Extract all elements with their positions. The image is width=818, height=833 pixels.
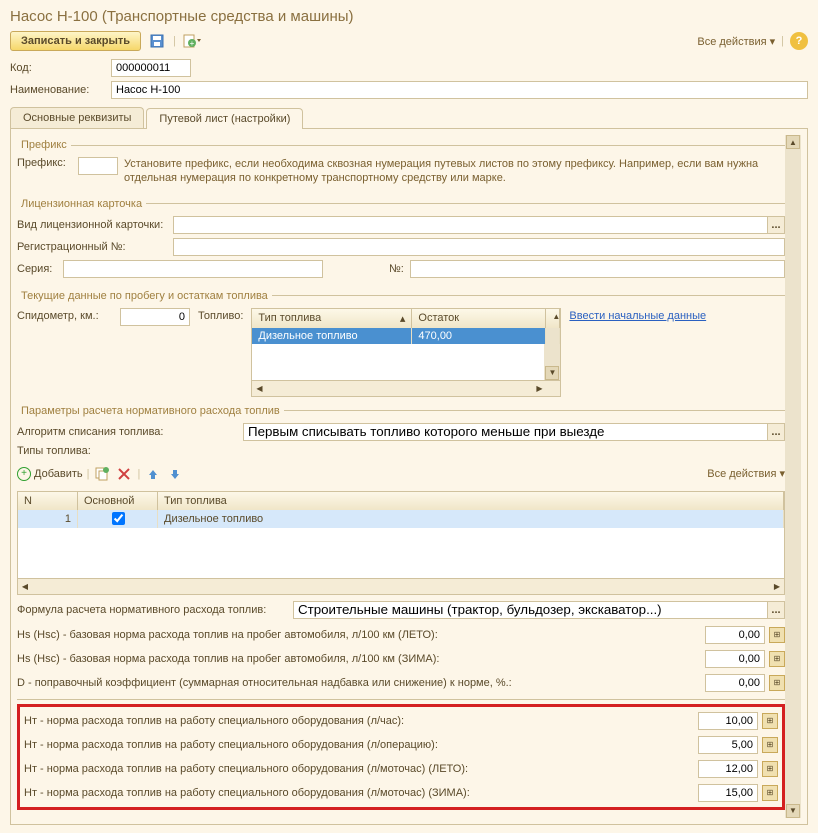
help-icon[interactable]: ?	[790, 32, 808, 50]
prefix-input[interactable]	[78, 157, 118, 175]
reg-num-label: Регистрационный №:	[17, 241, 167, 253]
save-icon[interactable]	[147, 31, 167, 51]
types-table: N Основной Тип топлива 1 Дизельное топли…	[17, 491, 785, 595]
calc-icon[interactable]: ⊞	[769, 651, 785, 667]
nt-mh-summer-input[interactable]	[698, 760, 758, 778]
hs-summer-label: Hs (Hsc) - базовая норма расхода топлив …	[17, 629, 701, 641]
copy-icon[interactable]	[93, 465, 111, 483]
code-input[interactable]	[111, 59, 191, 77]
types-all-actions-dropdown[interactable]: Все действия ▾	[707, 467, 785, 480]
add-button[interactable]: + Добавить	[17, 467, 83, 481]
license-group: Лицензионная карточка Вид лицензионной к…	[17, 198, 785, 282]
d-corr-label: D - поправочный коэффициент (суммарная о…	[17, 677, 701, 689]
mileage-group: Текущие данные по пробегу и остаткам топ…	[17, 290, 785, 397]
nt-mh-summer-label: Нт - норма расхода топлив на работу спец…	[24, 763, 694, 775]
delete-icon[interactable]	[115, 465, 133, 483]
nt-oper-label: Нт - норма расхода топлив на работу спец…	[24, 739, 694, 751]
enter-initial-data-link[interactable]: Ввести начальные данные	[569, 308, 706, 322]
d-corr-input[interactable]	[705, 674, 765, 692]
calc-icon[interactable]: ⊞	[762, 737, 778, 753]
all-actions-dropdown[interactable]: Все действия ▾	[697, 35, 775, 48]
params-group: Параметры расчета нормативного расхода т…	[17, 405, 785, 810]
prefix-hint: Установите префикс, если необходима скво…	[124, 157, 785, 186]
nt-hour-label: Нт - норма расхода топлив на работу спец…	[24, 715, 694, 727]
fuel-label: Топливо:	[198, 308, 243, 322]
name-label: Наименование:	[10, 84, 105, 96]
types-col-n[interactable]: N	[18, 492, 78, 510]
types-col-type[interactable]: Тип топлива	[158, 492, 784, 510]
license-type-input[interactable]	[173, 216, 767, 234]
types-hscroll-left[interactable]: ◀	[18, 582, 32, 591]
code-label: Код:	[10, 62, 105, 74]
svg-text:+: +	[190, 39, 195, 48]
main-toolbar: Записать и закрыть | + Все действия ▾ | …	[10, 31, 808, 51]
fuel-scroll-down[interactable]: ▼	[545, 366, 559, 380]
odo-label: Спидометр, км.:	[17, 308, 112, 322]
fuel-col-rest[interactable]: Остаток	[412, 309, 546, 328]
tab-bar: Основные реквизиты Путевой лист (настрой…	[10, 107, 808, 129]
reg-num-input[interactable]	[173, 238, 785, 256]
tab-main[interactable]: Основные реквизиты	[10, 107, 144, 128]
highlighted-params: Нт - норма расхода топлив на работу спец…	[17, 704, 785, 810]
fuel-hscroll-right[interactable]: ▶	[532, 384, 546, 393]
calc-icon[interactable]: ⊞	[769, 627, 785, 643]
hs-winter-label: Hs (Hsc) - базовая норма расхода топлив …	[17, 653, 701, 665]
scroll-up-icon[interactable]: ▲	[786, 135, 800, 149]
params-legend: Параметры расчета нормативного расхода т…	[17, 405, 284, 417]
name-input[interactable]	[111, 81, 808, 99]
formula-input[interactable]	[293, 601, 767, 619]
odo-input[interactable]	[120, 308, 190, 326]
formula-label: Формула расчета нормативного расхода топ…	[17, 604, 287, 616]
fuel-col-type[interactable]: Тип топлива ▴	[252, 309, 412, 328]
move-up-icon[interactable]	[144, 465, 162, 483]
tab-route-sheet[interactable]: Путевой лист (настройки)	[146, 108, 303, 129]
vertical-scrollbar[interactable]: ▲ ▼	[785, 135, 801, 818]
mileage-legend: Текущие данные по пробегу и остаткам топ…	[17, 290, 272, 302]
types-hscroll-right[interactable]: ▶	[770, 582, 784, 591]
license-type-label: Вид лицензионной карточки:	[17, 219, 167, 231]
algo-input[interactable]	[243, 423, 767, 441]
fuel-scroll-up[interactable]: ▲	[546, 309, 560, 328]
hs-summer-input[interactable]	[705, 626, 765, 644]
nt-mh-winter-input[interactable]	[698, 784, 758, 802]
page-title: Насос Н-100 (Транспортные средства и маш…	[10, 8, 808, 25]
fuel-row-rest: 470,00	[412, 328, 546, 344]
license-type-select-button[interactable]: ...	[767, 216, 785, 234]
license-legend: Лицензионная карточка	[17, 198, 146, 210]
calc-icon[interactable]: ⊞	[769, 675, 785, 691]
fuel-hscroll-left[interactable]: ◀	[252, 384, 266, 393]
prefix-label: Префикс:	[17, 157, 72, 169]
types-row-checkbox[interactable]	[78, 510, 158, 528]
series-label: Серия:	[17, 263, 57, 275]
types-label: Типы топлива:	[17, 445, 91, 457]
prefix-group: Префикс Префикс: Установите префикс, есл…	[17, 139, 785, 190]
calc-icon[interactable]: ⊞	[762, 713, 778, 729]
num-label: №:	[389, 263, 404, 275]
prefix-legend: Префикс	[17, 139, 71, 151]
types-col-main[interactable]: Основной	[78, 492, 158, 510]
fuel-row-type: Дизельное топливо	[252, 328, 412, 344]
calc-icon[interactable]: ⊞	[762, 785, 778, 801]
types-row-n: 1	[18, 510, 78, 528]
new-dropdown-icon[interactable]: +	[182, 31, 202, 51]
calc-icon[interactable]: ⊞	[762, 761, 778, 777]
num-input[interactable]	[410, 260, 785, 278]
move-down-icon[interactable]	[166, 465, 184, 483]
save-and-close-button[interactable]: Записать и закрыть	[10, 31, 141, 51]
nt-oper-input[interactable]	[698, 736, 758, 754]
algo-select-button[interactable]: ...	[767, 423, 785, 441]
algo-label: Алгоритм списания топлива:	[17, 426, 237, 438]
series-input[interactable]	[63, 260, 323, 278]
fuel-row[interactable]: Дизельное топливо 470,00	[252, 328, 560, 344]
formula-select-button[interactable]: ...	[767, 601, 785, 619]
hs-winter-input[interactable]	[705, 650, 765, 668]
nt-hour-input[interactable]	[698, 712, 758, 730]
nt-mh-winter-label: Нт - норма расхода топлив на работу спец…	[24, 787, 694, 799]
types-row[interactable]: 1 Дизельное топливо	[18, 510, 784, 528]
types-row-type: Дизельное топливо	[158, 510, 784, 528]
